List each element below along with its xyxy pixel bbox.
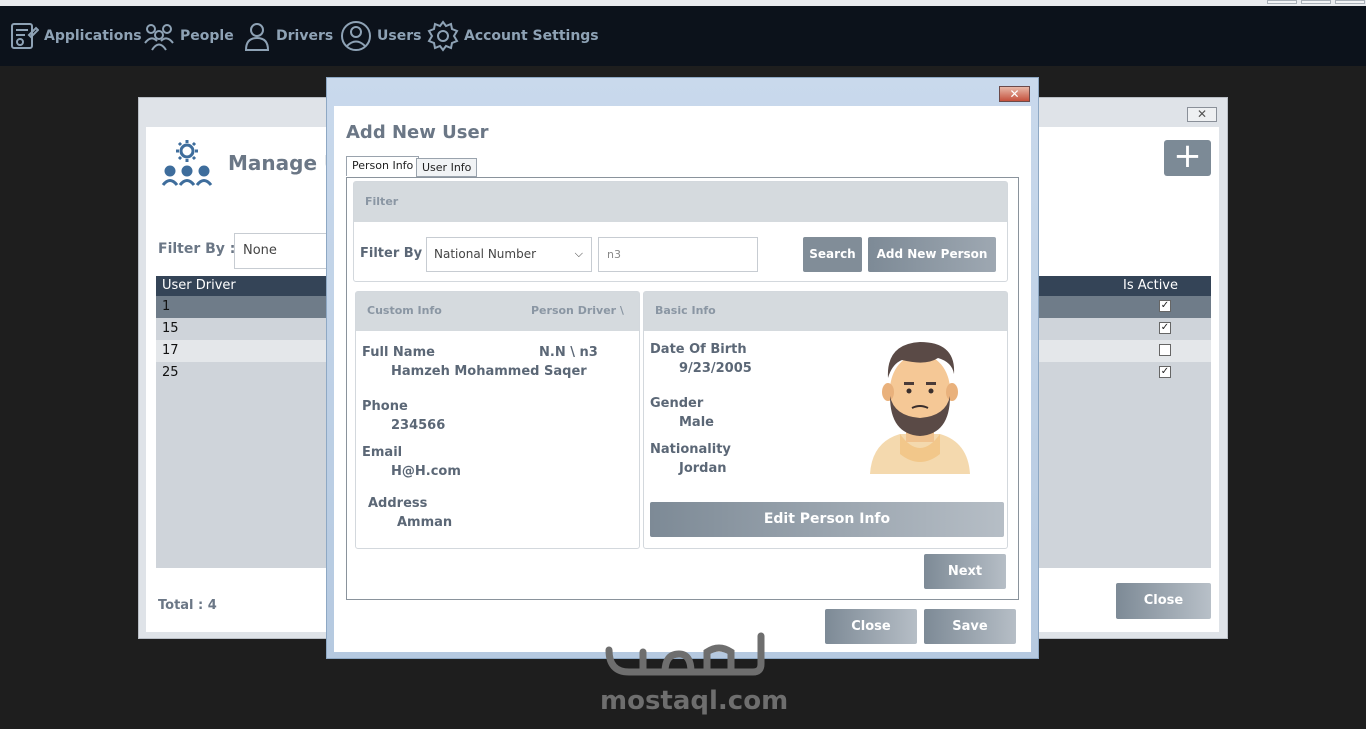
filter-header: Filter [354,182,1007,222]
dialog-body: Add New User Person Info User Info Filte… [334,106,1031,652]
add-user-button[interactable]: + [1164,139,1211,176]
national-number-value: N.N \ n3 [539,345,598,360]
window-close-button[interactable] [1335,0,1365,4]
person-avatar-icon [870,342,970,474]
custom-info-title: Custom Info [367,304,442,317]
next-button[interactable]: Next [924,554,1006,589]
manage-users-close-x[interactable]: ✕ [1187,107,1217,122]
is-active-checkbox[interactable] [1159,344,1171,356]
manage-users-icon [161,138,213,192]
basic-info-card: Basic Info Date Of Birth 9/23/2005 Gende… [643,291,1008,549]
full-name-value: Hamzeh Mohammed Saqer [391,364,587,379]
manage-filter-label: Filter By : [158,241,236,257]
minimize-button[interactable] [1267,0,1297,4]
tab-person-info[interactable]: Person Info [346,156,420,176]
filter-by-selected: National Number [434,247,537,261]
col-user-driver[interactable]: User Driver [162,278,236,293]
mostaql-logo-icon [605,632,765,676]
nav-people-label: People [180,28,234,44]
basic-info-header: Basic Info [644,292,1007,331]
nav-account-settings[interactable]: Account Settings [427,6,599,66]
watermark-text: mostaql.com [600,686,789,716]
nav-applications-label: Applications [44,28,142,44]
nav-people[interactable]: People [143,6,234,66]
nationality-value: Jordan [679,461,727,476]
dob-label: Date Of Birth [650,342,747,357]
add-new-person-button[interactable]: Add New Person [868,237,996,272]
custom-info-card: Custom Info Person Driver \ Full Name N.… [355,291,640,549]
gender-value: Male [679,415,714,430]
is-active-checkbox[interactable]: ✓ [1159,300,1171,312]
full-name-label: Full Name [362,345,435,360]
save-button[interactable]: Save [924,609,1016,644]
main-menu-bar: Applications People Drivers Users Accoun… [0,6,1366,66]
gear-icon [427,20,459,52]
dialog-close-button[interactable]: Close [825,609,917,644]
drivers-icon [244,23,270,51]
tab-user-info[interactable]: User Info [416,158,478,177]
maximize-button[interactable] [1301,0,1331,4]
custom-info-header: Custom Info Person Driver \ [356,292,639,331]
phone-value: 234566 [391,418,446,433]
chevron-down-icon: ⌵ [574,247,583,260]
nationality-label: Nationality [650,442,731,457]
email-value: H@H.com [391,464,461,479]
address-label: Address [368,496,428,511]
is-active-checkbox[interactable]: ✓ [1159,366,1171,378]
nav-users-label: Users [377,28,422,44]
total-count: Total : 4 [158,598,217,613]
is-active-checkbox[interactable]: ✓ [1159,322,1171,334]
dialog-close-x[interactable]: ✕ [999,86,1030,102]
users-icon [341,21,371,51]
nav-account-settings-label: Account Settings [464,28,599,44]
phone-label: Phone [362,399,408,414]
filter-by-select[interactable]: National Number ⌵ [426,237,592,272]
nav-drivers[interactable]: Drivers [243,6,333,66]
add-new-user-dialog: ✕ Add New User Person Info User Info Fil… [326,77,1039,659]
search-button[interactable]: Search [803,237,862,272]
nav-applications[interactable]: Applications [9,6,142,66]
nav-drivers-label: Drivers [276,28,334,44]
gender-label: Gender [650,396,704,411]
applications-icon [11,23,39,49]
person-driver-title: Person Driver \ [531,304,624,317]
manage-close-button[interactable]: Close [1116,583,1211,619]
person-info-panel: Filter Filter By National Number ⌵ n3 Se… [346,177,1019,600]
nav-users[interactable]: Users [340,6,421,66]
filter-value-input[interactable]: n3 [598,237,758,272]
dob-value: 9/23/2005 [679,361,752,376]
filter-by-label: Filter By [360,246,423,261]
people-icon [144,24,174,51]
dialog-title: Add New User [346,122,489,143]
email-label: Email [362,445,403,460]
address-value: Amman [397,515,453,530]
basic-info-title: Basic Info [655,304,716,317]
col-is-active[interactable]: Is Active [1123,278,1178,293]
edit-person-info-button[interactable]: Edit Person Info [650,502,1004,537]
filter-box: Filter Filter By National Number ⌵ n3 Se… [353,181,1008,282]
